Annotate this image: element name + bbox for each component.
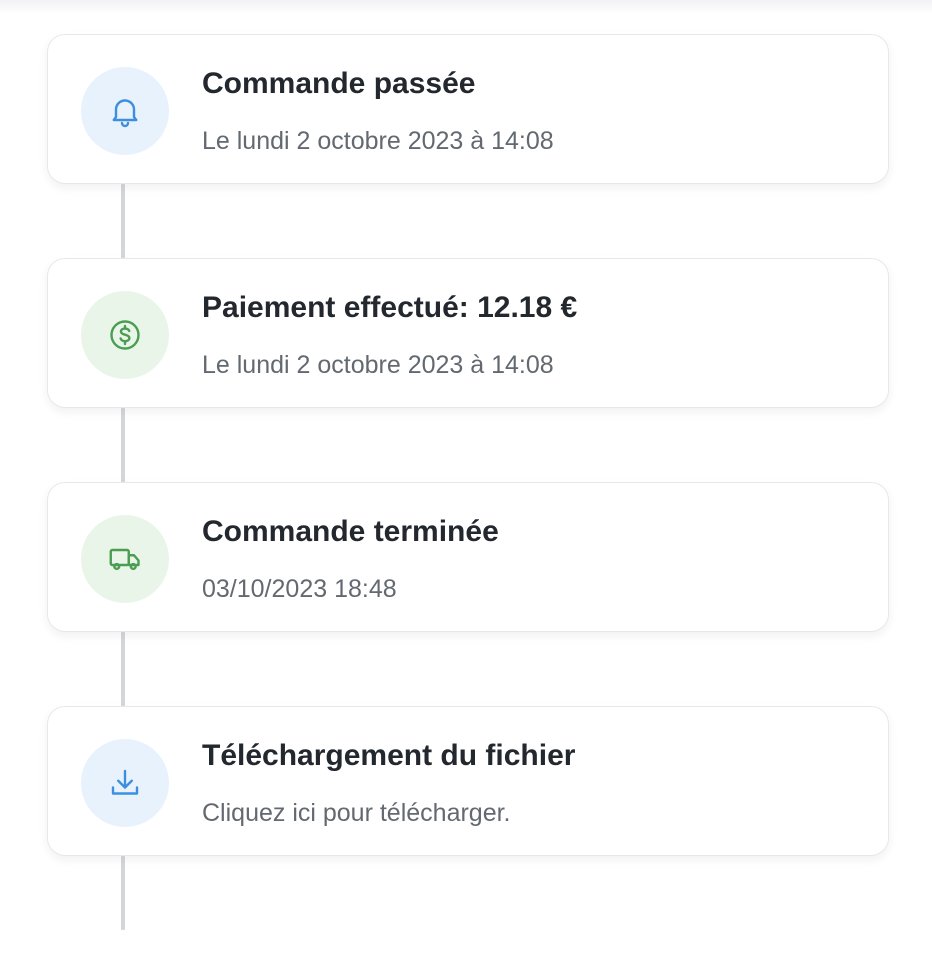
timeline-event-payment: Paiement effectué: 12.18 € Le lundi 2 oc… <box>47 258 889 408</box>
top-fade <box>0 0 932 14</box>
dollar-circle-icon <box>81 291 169 379</box>
timeline-connector <box>121 184 125 258</box>
event-title: Commande terminée <box>202 515 499 548</box>
timeline-connector <box>121 632 125 706</box>
timeline-connector <box>121 856 125 930</box>
bell-icon <box>81 67 169 155</box>
truck-icon <box>81 515 169 603</box>
event-title: Téléchargement du fichier <box>202 739 576 772</box>
download-file-card[interactable]: Téléchargement du fichier Cliquez ici po… <box>47 706 889 856</box>
timeline-connector <box>121 408 125 482</box>
timeline-event-order-placed: Commande passée Le lundi 2 octobre 2023 … <box>47 34 889 184</box>
event-title: Commande passée <box>202 67 476 100</box>
event-timestamp: Le lundi 2 octobre 2023 à 14:08 <box>202 127 554 155</box>
event-timestamp: Le lundi 2 octobre 2023 à 14:08 <box>202 351 554 379</box>
event-timestamp: 03/10/2023 18:48 <box>202 575 397 603</box>
download-icon <box>81 739 169 827</box>
timeline-event-order-completed: Commande terminée 03/10/2023 18:48 <box>47 482 889 632</box>
event-title: Paiement effectué: 12.18 € <box>202 291 578 324</box>
download-link-text[interactable]: Cliquez ici pour télécharger. <box>202 799 511 828</box>
